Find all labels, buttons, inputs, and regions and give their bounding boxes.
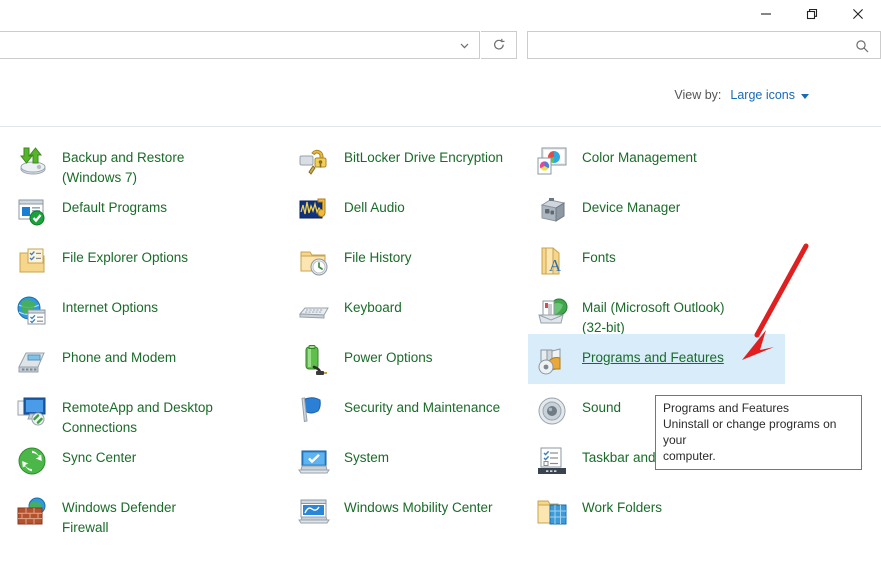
- control-panel-item-label[interactable]: BitLocker Drive Encryption: [344, 144, 503, 168]
- control-panel-item-label[interactable]: RemoteApp and Desktop Connections: [62, 394, 213, 438]
- control-panel-item[interactable]: Dell Audio: [290, 184, 528, 234]
- control-panel-item-label[interactable]: Programs and Features: [582, 344, 724, 368]
- sound-icon: [536, 395, 568, 427]
- control-panel-item-label[interactable]: Windows Mobility Center: [344, 494, 493, 518]
- control-panel-item-label[interactable]: Color Management: [582, 144, 697, 168]
- control-panel-item[interactable]: Phone and Modem: [8, 334, 290, 384]
- chevron-down-icon[interactable]: [450, 31, 479, 59]
- control-panel-item-label[interactable]: Work Folders: [582, 494, 662, 518]
- control-panel-item-label[interactable]: Fonts: [582, 244, 616, 268]
- control-panel-item[interactable]: A Fonts: [528, 234, 788, 284]
- mail-icon: [536, 295, 568, 327]
- control-panel-item[interactable]: Default Programs: [8, 184, 290, 234]
- control-panel-item-label[interactable]: File Explorer Options: [62, 244, 188, 268]
- control-panel-item[interactable]: Sync Center: [8, 434, 290, 484]
- taskbar-navigation-icon: [536, 445, 568, 477]
- control-panel-item-label[interactable]: Backup and Restore (Windows 7): [62, 144, 184, 188]
- control-panel-item[interactable]: BitLocker Drive Encryption: [290, 134, 528, 184]
- security-maintenance-icon: [298, 395, 330, 427]
- control-panel-item[interactable]: File History: [290, 234, 528, 284]
- remoteapp-icon: [16, 395, 48, 427]
- minimize-button[interactable]: [743, 0, 789, 28]
- search-icon[interactable]: [852, 36, 872, 56]
- control-panel-item[interactable]: Security and Maintenance: [290, 384, 528, 434]
- control-panel-item-label[interactable]: Security and Maintenance: [344, 394, 500, 418]
- control-panel-item[interactable]: Backup and Restore (Windows 7): [8, 134, 290, 185]
- column-1: Backup and Restore (Windows 7) Default Pr…: [8, 134, 290, 535]
- control-panel-item-label[interactable]: System: [344, 444, 389, 468]
- restore-button[interactable]: [789, 0, 835, 28]
- control-panel-item-label[interactable]: Sound: [582, 394, 621, 418]
- default-programs-icon: [16, 195, 48, 227]
- search-input[interactable]: [527, 31, 881, 59]
- control-panel-item-label[interactable]: Dell Audio: [344, 194, 405, 218]
- control-panel-item[interactable]: Windows Mobility Center: [290, 484, 528, 534]
- file-history-icon: [298, 245, 330, 277]
- tooltip: Programs and Features Uninstall or chang…: [655, 395, 862, 470]
- window-controls: [743, 0, 881, 28]
- control-panel-item[interactable]: Internet Options: [8, 284, 290, 334]
- control-panel-item-label[interactable]: Default Programs: [62, 194, 167, 218]
- dell-audio-icon: [298, 195, 330, 227]
- system-icon: [298, 445, 330, 477]
- power-options-icon: [298, 345, 330, 377]
- file-explorer-options-icon: [16, 245, 48, 277]
- control-panel-item[interactable]: File Explorer Options: [8, 234, 290, 284]
- column-3: Color Management Device Manager A Fonts Mail…: [528, 134, 788, 534]
- control-panel-item[interactable]: Windows Defender Firewall: [8, 484, 290, 535]
- keyboard-icon: [298, 295, 330, 327]
- address-bar[interactable]: [0, 31, 480, 59]
- bitlocker-icon: [298, 145, 330, 177]
- control-panel-item-label[interactable]: Power Options: [344, 344, 433, 368]
- svg-text:A: A: [549, 256, 562, 275]
- windows-defender-firewall-icon: [16, 495, 48, 527]
- view-by-control[interactable]: View by: Large icons: [674, 88, 809, 102]
- control-panel-item[interactable]: RemoteApp and Desktop Connections: [8, 384, 290, 435]
- sync-center-icon: [16, 445, 48, 477]
- toolbar: [0, 28, 881, 64]
- control-panel-item-label[interactable]: Internet Options: [62, 294, 158, 318]
- control-panel-item-label[interactable]: Sync Center: [62, 444, 136, 468]
- internet-options-icon: [16, 295, 48, 327]
- device-manager-icon: [536, 195, 568, 227]
- column-2: BitLocker Drive Encryption Dell Audio File…: [290, 134, 528, 534]
- control-panel-item-label[interactable]: Windows Defender Firewall: [62, 494, 176, 538]
- color-management-icon: [536, 145, 568, 177]
- control-panel-item[interactable]: Work Folders: [528, 484, 788, 534]
- control-panel-item[interactable]: System: [290, 434, 528, 484]
- work-folders-icon: [536, 495, 568, 527]
- view-by-label: View by:: [674, 88, 722, 102]
- caret-down-icon[interactable]: [801, 93, 809, 99]
- tooltip-description: Uninstall or change programs on your com…: [663, 417, 837, 463]
- control-panel-item[interactable]: Power Options: [290, 334, 528, 384]
- refresh-icon[interactable]: [481, 31, 517, 59]
- control-panel-item-label[interactable]: Mail (Microsoft Outlook) (32-bit): [582, 294, 725, 338]
- close-button[interactable]: [835, 0, 881, 28]
- control-panel-item[interactable]: Mail (Microsoft Outlook) (32-bit): [528, 284, 788, 335]
- title-bar: [0, 0, 881, 28]
- control-panel-item-label[interactable]: File History: [344, 244, 412, 268]
- control-panel-item[interactable]: Keyboard: [290, 284, 528, 334]
- control-panel-item-label[interactable]: Phone and Modem: [62, 344, 176, 368]
- control-panel-item[interactable]: Color Management: [528, 134, 788, 184]
- view-by-value[interactable]: Large icons: [730, 88, 795, 102]
- fonts-icon: A: [536, 245, 568, 277]
- phone-modem-icon: [16, 345, 48, 377]
- control-panel-item[interactable]: Programs and Features: [528, 334, 785, 384]
- control-panel-item-label[interactable]: Device Manager: [582, 194, 680, 218]
- programs-features-icon: [536, 345, 568, 377]
- control-panel-item[interactable]: Device Manager: [528, 184, 788, 234]
- control-panel-item-label[interactable]: Keyboard: [344, 294, 402, 318]
- windows-mobility-center-icon: [298, 495, 330, 527]
- tooltip-title: Programs and Features: [663, 401, 790, 415]
- header-divider: [0, 126, 881, 127]
- backup-restore-icon: [16, 145, 48, 177]
